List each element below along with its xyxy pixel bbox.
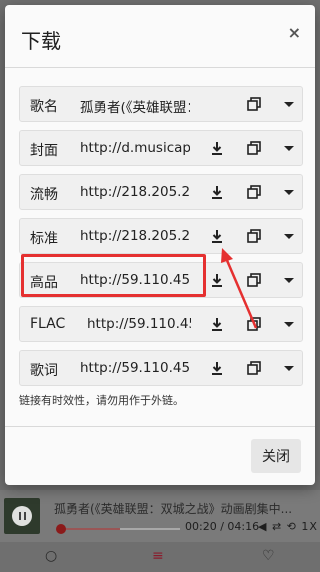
row-value[interactable]: 孤勇者(《英雄联盟：双 bbox=[80, 96, 190, 116]
progress-track-rest[interactable] bbox=[120, 528, 180, 530]
dialog-title: 下载 bbox=[21, 29, 61, 53]
copy-icon[interactable] bbox=[246, 228, 262, 244]
row-label: 封面 bbox=[30, 143, 58, 159]
download-icon[interactable] bbox=[210, 140, 224, 158]
copy-icon[interactable] bbox=[246, 360, 262, 376]
chevron-down-icon[interactable] bbox=[282, 316, 296, 332]
row-value[interactable]: http://218.205.23 bbox=[80, 228, 190, 244]
highlight-box bbox=[21, 254, 206, 297]
dialog-footer: 关闭 bbox=[5, 427, 315, 485]
pause-icon[interactable] bbox=[12, 506, 32, 526]
row-value[interactable]: http://59.110.45.2 bbox=[80, 360, 190, 376]
annotation-arrow-icon bbox=[221, 248, 258, 329]
chevron-down-icon[interactable] bbox=[282, 228, 296, 244]
row-song-name: 歌名 孤勇者(《英雄联盟：双 bbox=[19, 86, 303, 122]
search-icon[interactable]: ○ bbox=[45, 548, 57, 564]
row-lyrics: 歌词 http://59.110.45.2 bbox=[19, 350, 303, 386]
row-label: 歌名 bbox=[30, 99, 58, 115]
chevron-down-icon[interactable] bbox=[282, 360, 296, 376]
row-value[interactable]: http://d.musicap bbox=[80, 140, 190, 156]
close-icon[interactable]: × bbox=[288, 23, 301, 42]
row-label: FLAC bbox=[30, 316, 66, 332]
album-cover[interactable] bbox=[4, 498, 40, 534]
row-label: 歌词 bbox=[30, 363, 58, 379]
copy-icon[interactable] bbox=[246, 96, 262, 112]
row-value[interactable]: http://218.205.23 bbox=[80, 184, 190, 200]
mini-player: 孤勇者(《英雄联盟：双城之战》动画剧集中... 00:20 / 04:16 ◀ … bbox=[0, 490, 320, 542]
download-icon[interactable] bbox=[210, 184, 224, 202]
playlist-icon[interactable]: ≡ bbox=[152, 548, 164, 564]
download-icon[interactable] bbox=[210, 360, 224, 378]
chevron-down-icon[interactable] bbox=[282, 140, 296, 156]
expiry-note: 链接有时效性，请勿用作于外链。 bbox=[19, 394, 184, 407]
playback-controls[interactable]: ◀ ⇄ ⟲ 1X bbox=[258, 520, 318, 533]
row-label: 标准 bbox=[30, 231, 58, 247]
row-value[interactable]: http://59.110.45. bbox=[87, 316, 191, 332]
bottom-nav: ○ ≡ ♡ bbox=[0, 542, 320, 572]
row-smooth: 流畅 http://218.205.23 bbox=[19, 174, 303, 210]
favorite-icon[interactable]: ♡ bbox=[262, 548, 275, 564]
chevron-down-icon[interactable] bbox=[282, 96, 296, 112]
progress-knob[interactable] bbox=[56, 524, 66, 534]
playback-time: 00:20 / 04:16 bbox=[185, 520, 260, 533]
row-label: 流畅 bbox=[30, 187, 58, 203]
copy-icon[interactable] bbox=[246, 184, 262, 200]
close-button[interactable]: 关闭 bbox=[251, 439, 301, 473]
song-title: 孤勇者(《英雄联盟：双城之战》动画剧集中... bbox=[54, 502, 293, 516]
row-cover: 封面 http://d.musicap bbox=[19, 130, 303, 166]
chevron-down-icon[interactable] bbox=[282, 184, 296, 200]
chevron-down-icon[interactable] bbox=[282, 272, 296, 288]
copy-icon[interactable] bbox=[246, 140, 262, 156]
